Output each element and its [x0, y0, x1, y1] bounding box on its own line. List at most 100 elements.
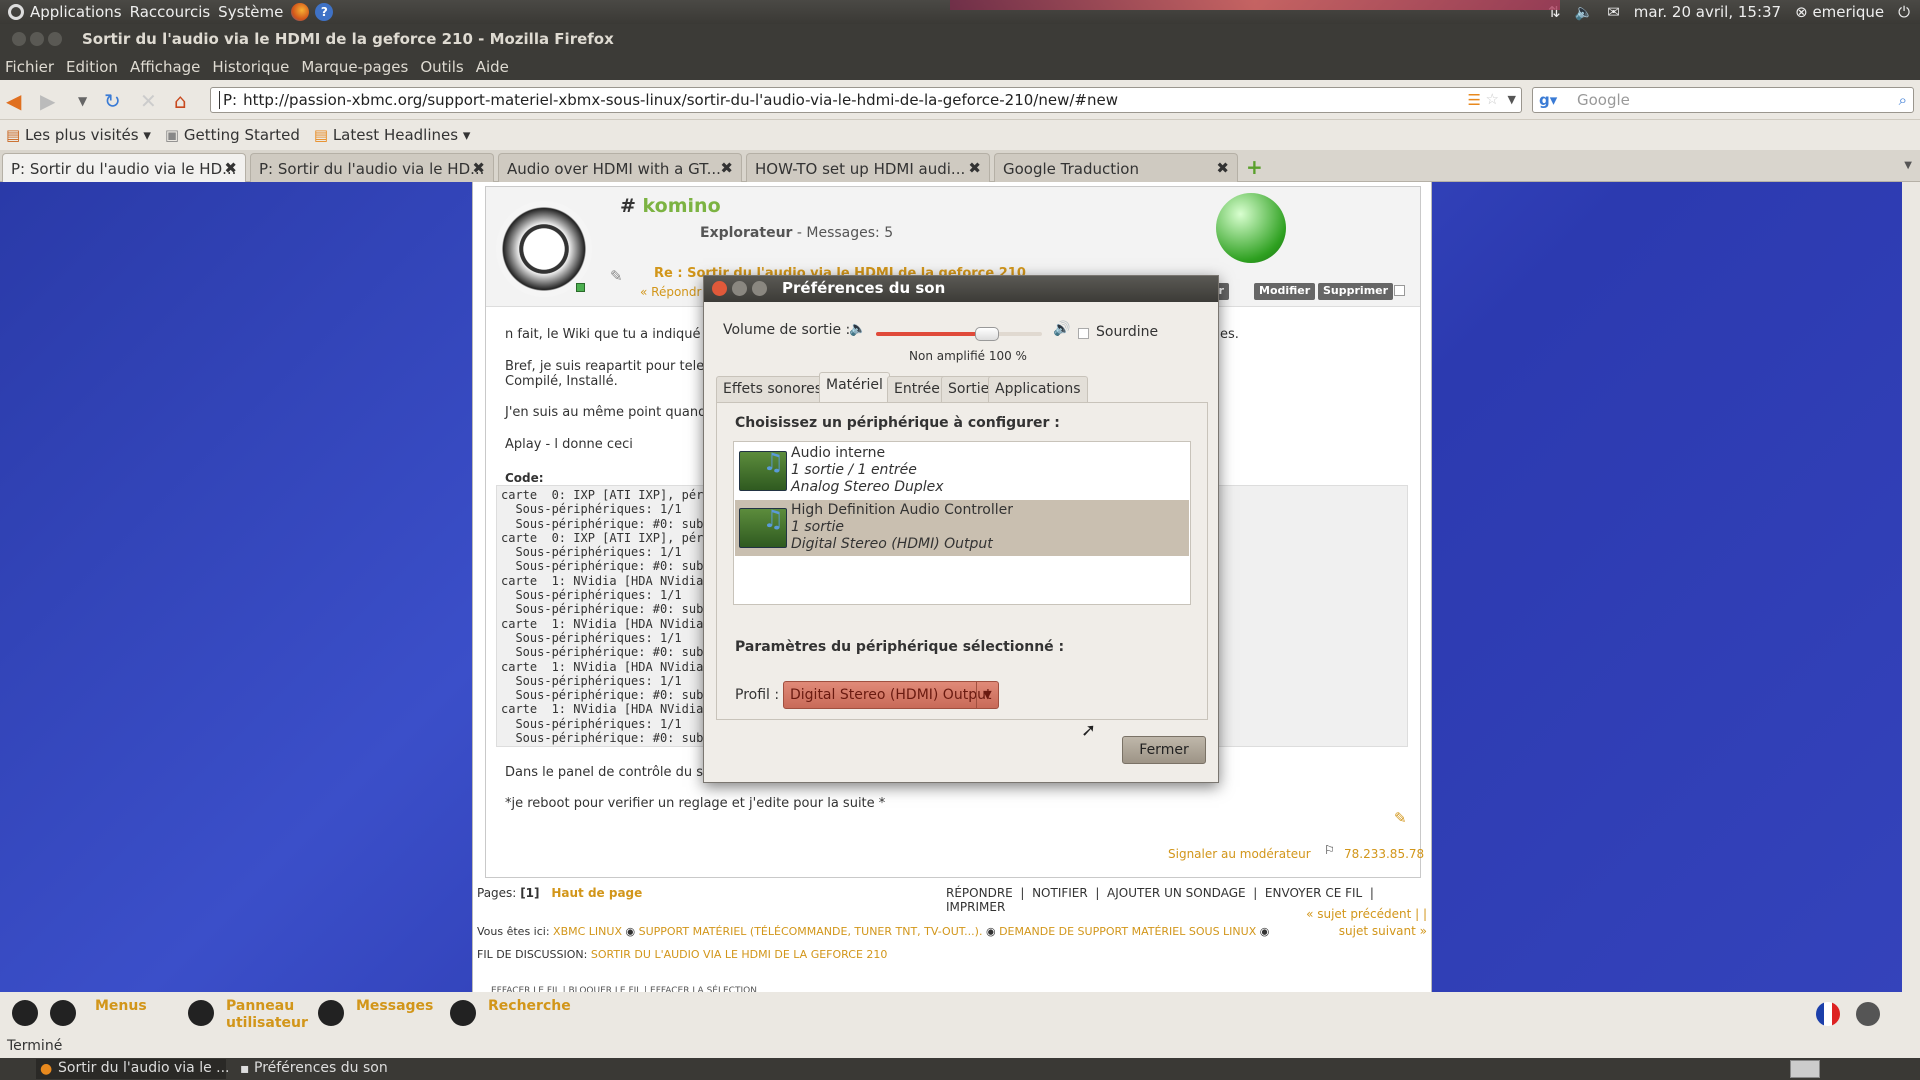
close-tab-icon[interactable]: ✖	[1216, 159, 1229, 177]
clock[interactable]: mar. 20 avril, 15:37	[1634, 3, 1781, 21]
help-icon[interactable]: ?	[315, 3, 334, 21]
volume-icon[interactable]: 🔈	[1575, 3, 1594, 21]
search-icon[interactable]: ⌕	[1899, 91, 1907, 109]
close-tab-icon[interactable]: ✖	[472, 159, 485, 177]
bookmark-most-visited[interactable]: ▤ Les plus visités ▾	[6, 126, 151, 144]
device-list[interactable]: Audio interne 1 sortie / 1 entrée Analog…	[733, 441, 1191, 605]
notify-action[interactable]: NOTIFIER	[1032, 886, 1088, 900]
applications-menu[interactable]: Applications	[8, 3, 122, 21]
user-panel-icon[interactable]	[188, 1000, 214, 1026]
user-panel-link[interactable]: Panneau utilisateur	[226, 998, 308, 1032]
minimize-window-button[interactable]	[30, 32, 44, 46]
breadcrumb-link[interactable]: SORTIR DU L'AUDIO VIA LE HDMI DE LA GEFO…	[591, 948, 888, 961]
url-text[interactable]: http://passion-xbmc.org/support-materiel…	[243, 91, 1118, 109]
tab-materiel[interactable]: Matériel	[819, 372, 890, 403]
post-username[interactable]: # komino	[620, 195, 721, 217]
breadcrumb-link[interactable]: XBMC LINUX	[553, 925, 622, 938]
menu-historique[interactable]: Historique	[212, 58, 289, 76]
device-item-selected[interactable]: High Definition Audio Controller 1 sorti…	[735, 500, 1189, 556]
modify-button[interactable]: Modifier	[1254, 283, 1316, 300]
tab-effets-sonores[interactable]: Effets sonores	[716, 376, 829, 402]
collapse-icon[interactable]	[50, 1000, 76, 1026]
taskbar-sound-preferences[interactable]: ▪ Préférences du son	[232, 1059, 422, 1079]
stop-icon[interactable]: ✕	[140, 89, 157, 113]
reply-action[interactable]: RÉPONDRE	[946, 886, 1013, 900]
rss-icon[interactable]: ☰	[1468, 91, 1481, 109]
site-menus-link[interactable]: Menus	[95, 998, 147, 1014]
dialog-minimize-icon[interactable]	[732, 281, 747, 296]
send-thread-action[interactable]: ENVOYER CE FIL	[1265, 886, 1362, 900]
firefox-launcher-icon[interactable]	[291, 3, 310, 21]
reply-link[interactable]: « Répondr	[640, 285, 701, 299]
close-window-button[interactable]	[12, 32, 26, 46]
select-checkbox[interactable]	[1394, 285, 1405, 296]
new-tab-icon[interactable]: +	[1246, 155, 1263, 179]
tab-5[interactable]: Google Traduction ✖	[994, 153, 1238, 182]
breadcrumb-link[interactable]: DEMANDE DE SUPPORT MATÉRIEL SOUS LINUX	[999, 925, 1256, 938]
menu-outils[interactable]: Outils	[420, 58, 463, 76]
add-poll-action[interactable]: AJOUTER UN SONDAGE	[1107, 886, 1246, 900]
places-menu[interactable]: Raccourcis	[130, 3, 211, 21]
close-button[interactable]: Fermer	[1122, 736, 1206, 764]
bookmark-latest-headlines[interactable]: ▤ Latest Headlines ▾	[314, 126, 471, 144]
site-identity[interactable]: P:	[219, 91, 238, 109]
menu-marque-pages[interactable]: Marque-pages	[301, 58, 408, 76]
volume-slider-handle[interactable]	[975, 327, 999, 341]
edit-pencil-icon[interactable]: ✎	[1394, 809, 1407, 827]
breadcrumb-link[interactable]: SUPPORT MATÉRIEL (TÉLÉCOMMANDE, TUNER TN…	[639, 925, 983, 938]
tab-1[interactable]: P: Sortir du l'audio via le HD... ✖	[2, 153, 246, 182]
close-tab-icon[interactable]: ✖	[720, 159, 733, 177]
toggle-icon[interactable]	[12, 1000, 38, 1026]
bookmark-getting-started[interactable]: ▣ Getting Started	[165, 126, 300, 144]
maximize-window-button[interactable]	[48, 32, 62, 46]
dialog-close-icon[interactable]	[712, 281, 727, 296]
search-input[interactable]: Google	[1577, 91, 1630, 109]
messages-link[interactable]: Messages	[356, 998, 433, 1014]
delete-button[interactable]: Supprimer	[1318, 283, 1394, 300]
workspace-switcher[interactable]	[1790, 1060, 1820, 1078]
profile-select[interactable]: Digital Stereo (HDMI) Output ▼	[783, 681, 999, 709]
print-action[interactable]: IMPRIMER	[946, 900, 1005, 914]
home-icon[interactable]: ⌂	[174, 89, 187, 113]
menu-fichier[interactable]: Fichier	[5, 58, 54, 76]
taskbar-firefox[interactable]: ● Sortir du l'audio via le ...	[36, 1059, 230, 1079]
tab-entree[interactable]: Entrée	[887, 376, 947, 402]
page-scrollbar[interactable]	[1902, 182, 1920, 992]
user-menu[interactable]: ⊗ emerique	[1795, 3, 1884, 21]
search-site-icon[interactable]	[450, 1000, 476, 1026]
messages-icon[interactable]	[318, 1000, 344, 1026]
url-bar[interactable]: P: http://passion-xbmc.org/support-materi…	[210, 87, 1522, 113]
tab-list-icon[interactable]: ▼	[1904, 160, 1912, 171]
window-controls[interactable]	[12, 32, 62, 46]
forward-icon[interactable]: ▶	[40, 89, 55, 113]
tab-applications[interactable]: Applications	[988, 376, 1088, 402]
dialog-maximize-icon[interactable]	[752, 281, 767, 296]
power-icon[interactable]: ⏻	[1898, 3, 1910, 21]
close-tab-icon[interactable]: ✖	[224, 159, 237, 177]
device-item[interactable]: Audio interne 1 sortie / 1 entrée Analog…	[735, 443, 1189, 499]
french-flag-icon[interactable]	[1816, 1002, 1840, 1026]
system-menu[interactable]: Système	[218, 3, 283, 21]
menu-edition[interactable]: Edition	[66, 58, 118, 76]
previous-topic-link[interactable]: « sujet précédent | |	[1306, 906, 1427, 923]
search-bar[interactable]: g▾ Google ⌕	[1532, 87, 1914, 113]
star-icon[interactable]: ☆	[1486, 90, 1499, 108]
tab-3[interactable]: Audio over HDMI with a GT... ✖	[498, 153, 742, 182]
english-flag-icon[interactable]	[1856, 1002, 1880, 1026]
history-dropdown-icon[interactable]: ▼	[78, 94, 87, 108]
tab-2[interactable]: P: Sortir du l'audio via le HD... ✖	[250, 153, 494, 182]
menu-affichage[interactable]: Affichage	[130, 58, 200, 76]
search-engine-icon[interactable]: g▾	[1539, 91, 1557, 109]
mail-icon[interactable]: ✉	[1607, 3, 1620, 21]
back-icon[interactable]: ◀	[6, 89, 21, 113]
tab-4[interactable]: HOW-TO set up HDMI audi... ✖	[746, 153, 990, 182]
mute-checkbox[interactable]	[1078, 328, 1089, 339]
dialog-titlebar[interactable]: Préférences du son	[704, 276, 1218, 302]
ip-address[interactable]: 78.233.85.78	[1344, 847, 1424, 861]
volume-slider[interactable]	[876, 327, 1042, 341]
search-site-link[interactable]: Recherche	[488, 998, 571, 1014]
url-dropdown-icon[interactable]: ▼	[1508, 93, 1516, 106]
menu-aide[interactable]: Aide	[476, 58, 509, 76]
next-topic-link[interactable]: sujet suivant »	[1306, 923, 1427, 940]
close-tab-icon[interactable]: ✖	[968, 159, 981, 177]
